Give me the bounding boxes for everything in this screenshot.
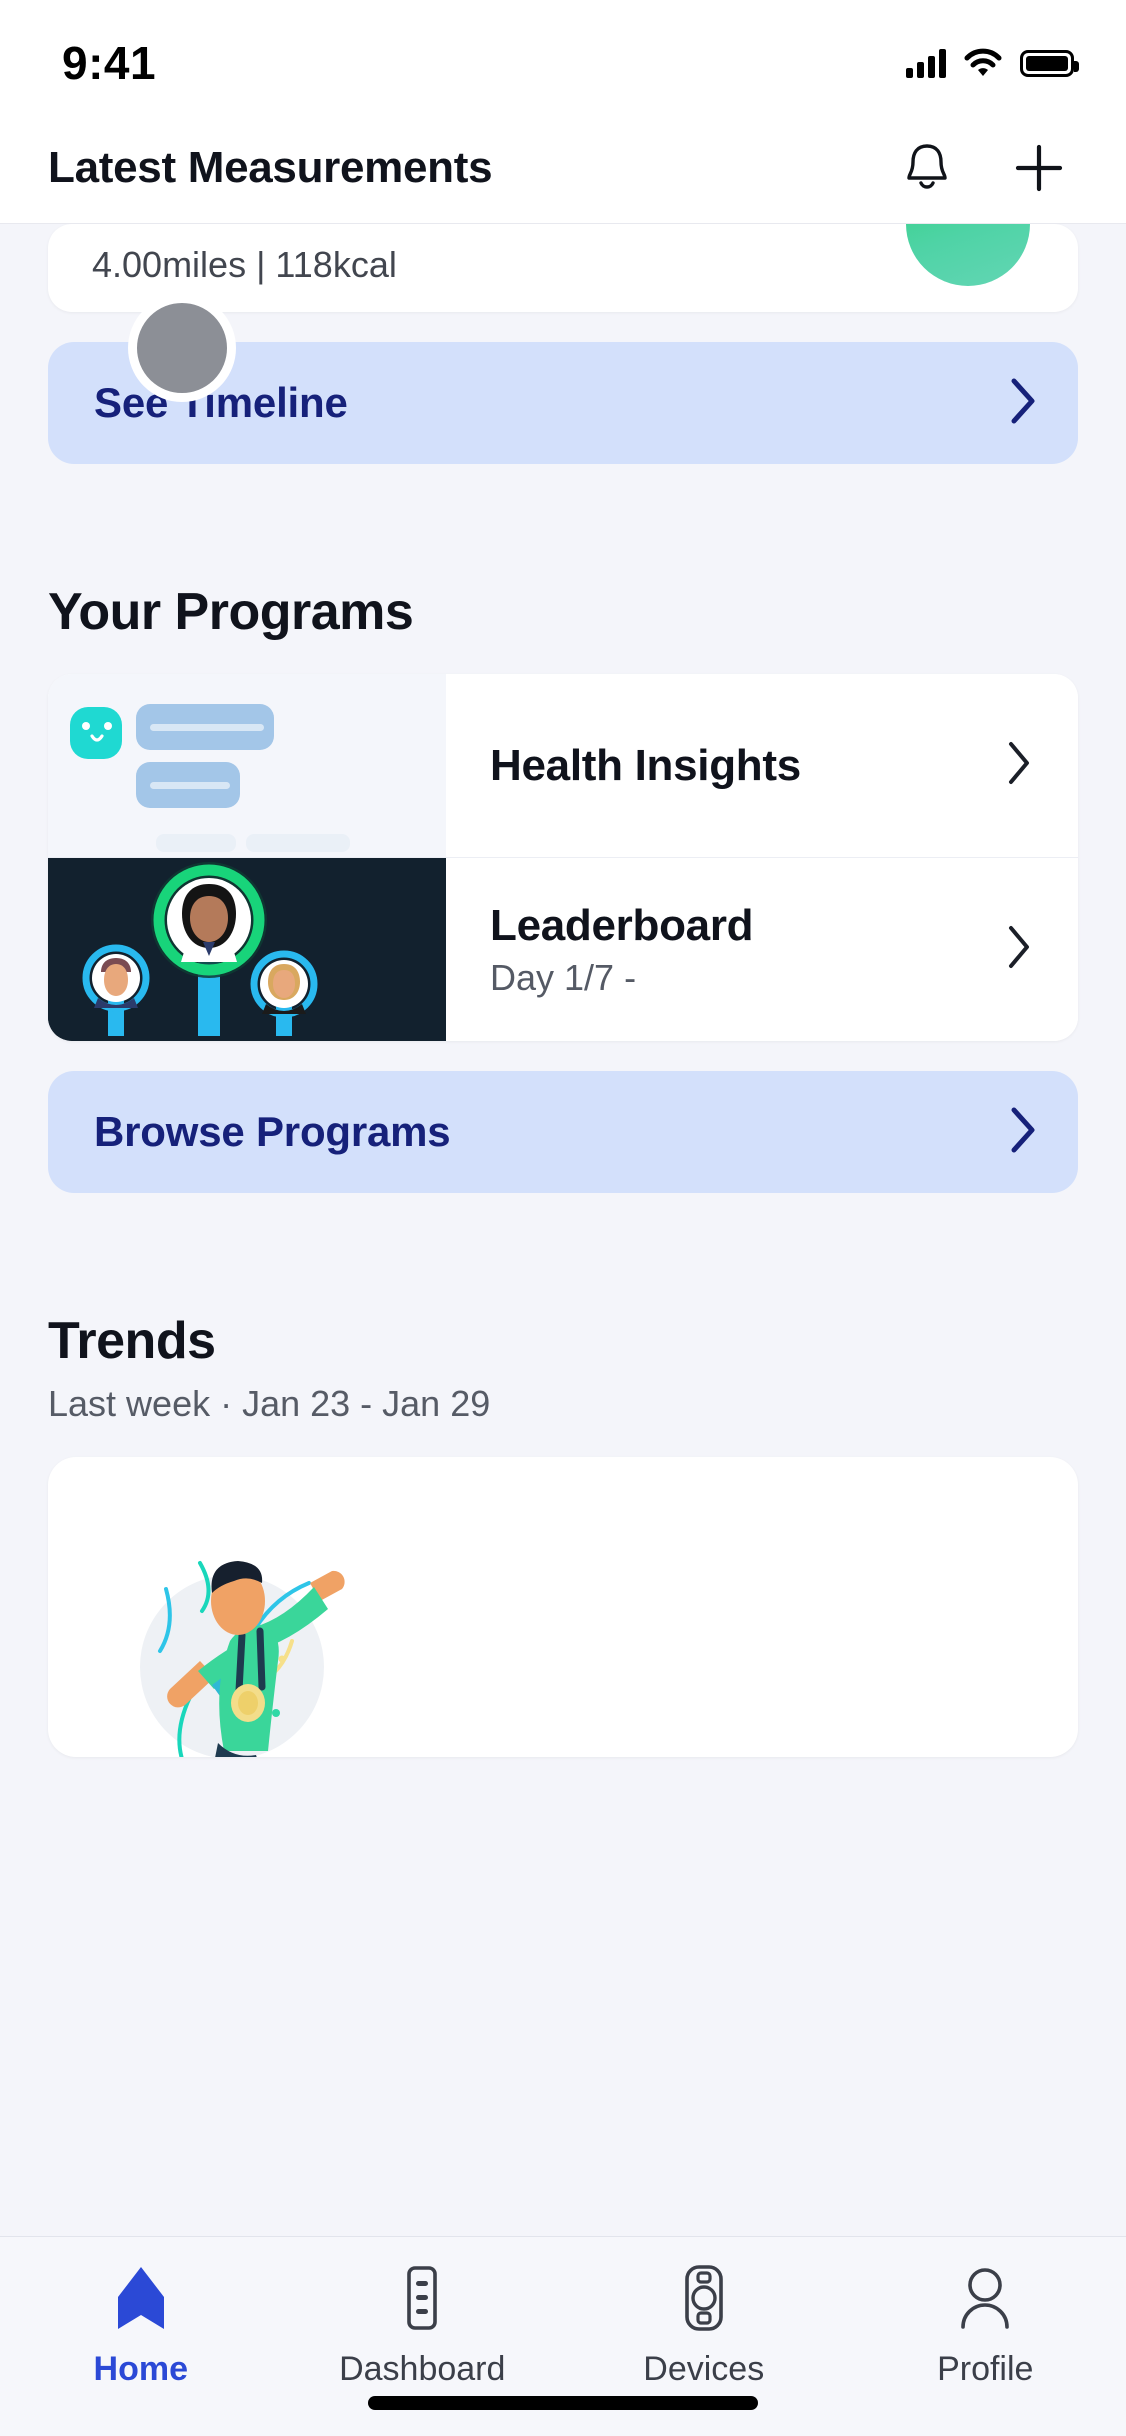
your-programs-title: Your Programs	[48, 583, 414, 641]
bell-icon[interactable]	[898, 139, 956, 197]
header-actions	[898, 139, 1080, 197]
see-timeline-button[interactable]: See Timeline	[48, 294, 1078, 464]
trends-card[interactable]	[48, 1457, 1078, 1757]
browse-programs-label: Browse Programs	[94, 1108, 451, 1155]
plus-icon[interactable]	[1010, 139, 1068, 197]
person-icon	[954, 2263, 1016, 2338]
see-timeline-label: See Timeline	[94, 379, 348, 426]
programs-list: Health Insights Leaderboard Day 1/7 -	[48, 674, 1078, 1041]
tab-label-dashboard: Dashboard	[339, 2350, 506, 2388]
smartwatch-icon	[673, 2263, 735, 2338]
trends-subtitle: Last week · Jan 23 - Jan 29	[48, 1383, 491, 1424]
chevron-right-icon	[1006, 375, 1040, 432]
program-body-leaderboard: Leaderboard Day 1/7 -	[446, 858, 1078, 1041]
program-title: Leaderboard	[490, 900, 754, 950]
tab-home[interactable]: Home	[31, 2263, 251, 2389]
program-subtitle: Day 1/7 -	[490, 956, 637, 998]
cellular-signal-icon	[906, 48, 946, 78]
program-texts: Leaderboard Day 1/7 -	[490, 900, 754, 999]
home-indicator	[368, 2396, 758, 2410]
tab-dashboard[interactable]: Dashboard	[312, 2263, 532, 2389]
program-row-health-insights[interactable]: Health Insights	[48, 674, 1078, 857]
scroll-content[interactable]: 4.00miles | 118kcal See Timeline Your Pr…	[0, 224, 1126, 2236]
trends-section: Trends Last week · Jan 23 - Jan 29	[48, 1311, 1078, 1757]
dashboard-list-icon	[391, 2263, 453, 2338]
app-header: Latest Measurements	[0, 112, 1126, 224]
page-title: Latest Measurements	[48, 142, 493, 192]
phone-screen: 9:41 Latest Measurements 4.00miles | 118…	[0, 0, 1126, 2436]
tab-label-profile: Profile	[937, 2350, 1034, 2388]
status-time: 9:41	[62, 37, 157, 89]
insights-illustration	[48, 674, 446, 857]
measurement-avatar	[906, 224, 1030, 286]
browse-programs-button[interactable]: Browse Programs	[48, 1071, 1078, 1193]
program-row-leaderboard[interactable]: Leaderboard Day 1/7 -	[48, 857, 1078, 1041]
chevron-right-icon	[1006, 1104, 1040, 1161]
tab-label-home: Home	[93, 2350, 188, 2388]
home-arrow-icon	[110, 2263, 172, 2338]
battery-icon	[1020, 49, 1079, 77]
chevron-right-icon	[1004, 739, 1034, 792]
program-body-health-insights: Health Insights	[446, 674, 1078, 857]
program-texts: Health Insights	[490, 741, 801, 791]
status-bar: 9:41	[0, 0, 1126, 112]
pointer-blob	[128, 294, 236, 402]
tab-label-devices: Devices	[643, 2350, 765, 2388]
tab-profile[interactable]: Profile	[875, 2263, 1095, 2389]
wifi-icon	[964, 48, 1002, 78]
program-title: Health Insights	[490, 740, 801, 790]
measurement-stats: 4.00miles | 118kcal	[92, 244, 397, 285]
your-programs-section: Your Programs Health Insights Leaderboar…	[48, 582, 1078, 1193]
status-indicators	[906, 48, 1079, 78]
trends-title: Trends	[48, 1312, 216, 1370]
celebrating-athlete-with-medal-illustration	[104, 1517, 404, 1757]
tab-devices[interactable]: Devices	[594, 2263, 814, 2389]
chevron-right-icon	[1004, 923, 1034, 976]
leaderboard-illustration	[48, 858, 446, 1041]
